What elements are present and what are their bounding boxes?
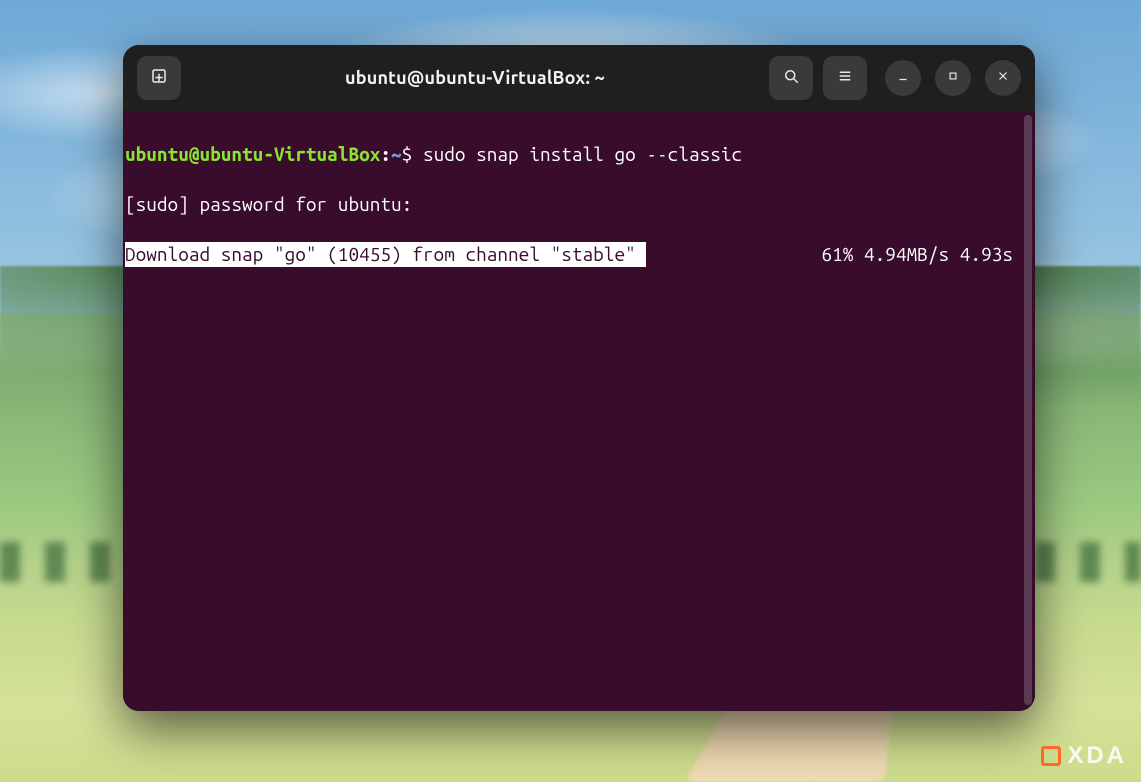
prompt-user-host: ubuntu@ubuntu-VirtualBox bbox=[125, 142, 380, 167]
maximize-button[interactable] bbox=[935, 60, 971, 96]
terminal-output: ubuntu@ubuntu-VirtualBox:~$ sudo snap in… bbox=[125, 117, 1031, 317]
maximize-icon bbox=[946, 69, 960, 87]
search-icon bbox=[782, 67, 800, 89]
window-title: ubuntu@ubuntu-VirtualBox: ~ bbox=[191, 68, 759, 88]
new-tab-icon bbox=[150, 67, 168, 89]
download-percent: 61% bbox=[821, 243, 853, 265]
close-icon bbox=[996, 69, 1010, 87]
xda-logo-icon bbox=[1041, 746, 1061, 766]
minimize-button[interactable] bbox=[885, 60, 921, 96]
prompt-separator: : bbox=[380, 142, 391, 167]
entered-command: sudo snap install go --classic bbox=[412, 142, 742, 167]
sudo-password-line: [sudo] password for ubuntu: bbox=[125, 192, 412, 217]
menu-button[interactable] bbox=[823, 56, 867, 100]
titlebar[interactable]: ubuntu@ubuntu-VirtualBox: ~ bbox=[123, 45, 1035, 111]
download-stats: 61% 4.94MB/s 4.93s bbox=[821, 242, 1023, 267]
prompt-symbol: $ bbox=[402, 142, 413, 167]
scrollbar[interactable] bbox=[1024, 115, 1032, 705]
minimize-icon bbox=[896, 69, 910, 87]
close-button[interactable] bbox=[985, 60, 1021, 96]
prompt-cwd: ~ bbox=[391, 142, 402, 167]
command-text: sudo snap install go --classic bbox=[423, 143, 742, 165]
search-button[interactable] bbox=[769, 56, 813, 100]
hamburger-icon bbox=[836, 67, 854, 89]
terminal-window: ubuntu@ubuntu-VirtualBox: ~ bbox=[123, 45, 1035, 711]
terminal-body[interactable]: ubuntu@ubuntu-VirtualBox:~$ sudo snap in… bbox=[123, 111, 1035, 711]
xda-watermark: XDA bbox=[1041, 742, 1127, 770]
download-eta: 4.93s bbox=[960, 243, 1013, 265]
xda-text: XDA bbox=[1067, 742, 1127, 770]
download-speed: 4.94MB/s bbox=[864, 243, 949, 265]
download-progress-text: Download snap "go" (10455) from channel … bbox=[125, 242, 646, 267]
new-tab-button[interactable] bbox=[137, 56, 181, 100]
